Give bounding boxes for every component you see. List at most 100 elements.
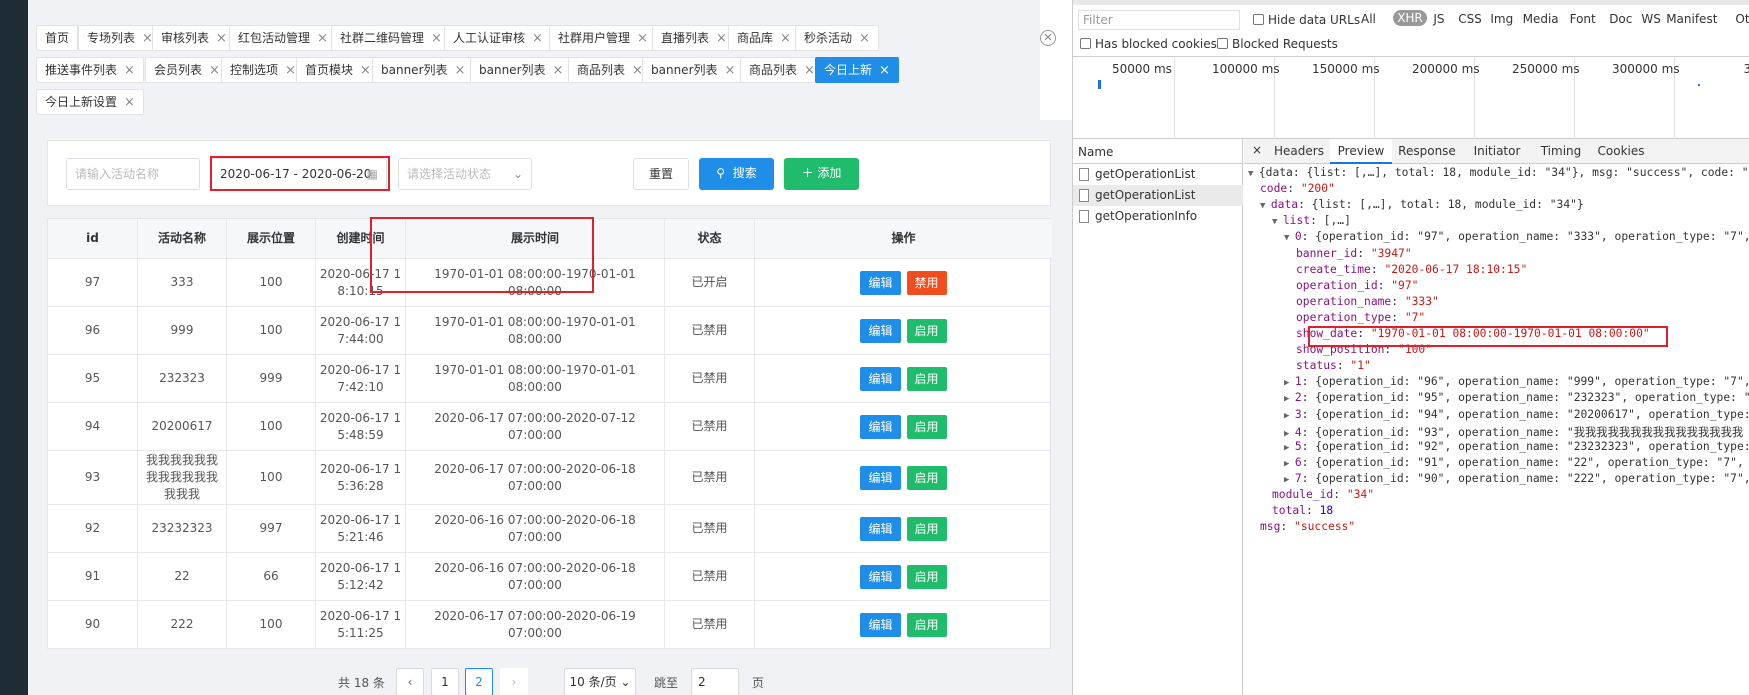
preview-line[interactable]: ▶ 1: {operation_id: "96", operation_name… bbox=[1284, 375, 1749, 388]
tab-close-icon[interactable]: × bbox=[879, 63, 890, 78]
enable-button[interactable]: 启用 bbox=[906, 612, 947, 637]
edit-button[interactable]: 编辑 bbox=[860, 465, 901, 490]
status-select[interactable]: 请选择活动状态 ⌄ bbox=[398, 158, 532, 190]
tab-r1-9[interactable]: 秒杀活动 × bbox=[795, 25, 879, 51]
hide-data-urls-checkbox[interactable]: Hide data URLs bbox=[1253, 13, 1360, 27]
edit-button[interactable]: 编辑 bbox=[860, 414, 901, 439]
filter-input[interactable]: Filter bbox=[1078, 10, 1240, 30]
tab-cookies[interactable]: Cookies bbox=[1590, 139, 1652, 164]
type-filter-all[interactable]: All bbox=[1361, 12, 1376, 26]
tab-r2-6[interactable]: 商品列表 × bbox=[568, 57, 652, 83]
enable-button[interactable]: 启用 bbox=[906, 564, 947, 589]
tab-r3-0[interactable]: 今日上新设置 × bbox=[36, 89, 144, 115]
disable-button[interactable]: 禁用 bbox=[906, 270, 947, 295]
tab-r2-3[interactable]: 首页模块 × bbox=[296, 57, 380, 83]
type-filter-other[interactable]: Other bbox=[1735, 12, 1749, 26]
tab-close-icon[interactable]: × bbox=[637, 31, 648, 46]
tab-r2-7[interactable]: banner列表 × bbox=[642, 57, 745, 83]
tab-close-icon[interactable]: × bbox=[455, 63, 466, 78]
enable-button[interactable]: 启用 bbox=[906, 465, 947, 490]
tab-r1-7[interactable]: 直播列表 × bbox=[652, 25, 736, 51]
close-all-tabs-icon[interactable]: ✕ bbox=[1040, 30, 1056, 46]
edit-button[interactable]: 编辑 bbox=[860, 318, 901, 343]
preview-line[interactable]: ▶ 5: {operation_id: "92", operation_name… bbox=[1284, 440, 1749, 453]
tab-close-icon[interactable]: × bbox=[716, 31, 727, 46]
tab-response[interactable]: Response bbox=[1392, 139, 1462, 164]
tab-close-icon[interactable]: × bbox=[780, 31, 791, 46]
search-button[interactable]: ⚲ 搜索 bbox=[699, 158, 774, 190]
type-filter-doc[interactable]: Doc bbox=[1609, 12, 1632, 26]
add-button[interactable]: ＋ 添加 bbox=[784, 158, 859, 190]
type-filter-xhr[interactable]: XHR bbox=[1393, 10, 1427, 26]
tab-close-icon[interactable]: × bbox=[360, 63, 371, 78]
tab-r2-8[interactable]: 商品列表 × bbox=[740, 57, 824, 83]
preview-line[interactable]: ▼ data: {list: [,…], total: 18, module_i… bbox=[1260, 198, 1584, 211]
prev-page-button[interactable]: ‹ bbox=[396, 668, 424, 695]
type-filter-font[interactable]: Font bbox=[1570, 12, 1596, 26]
tab-close-icon[interactable]: × bbox=[209, 63, 220, 78]
blocked-requests-checkbox[interactable]: Blocked Requests bbox=[1217, 37, 1338, 51]
tab-close-icon[interactable]: × bbox=[124, 63, 135, 78]
has-blocked-cookies-checkbox[interactable]: Has blocked cookies bbox=[1080, 37, 1217, 51]
tab-r1-2[interactable]: 审核列表 × bbox=[152, 25, 236, 51]
type-filter-css[interactable]: CSS bbox=[1458, 12, 1482, 26]
edit-button[interactable]: 编辑 bbox=[860, 612, 901, 637]
tab-r2-9[interactable]: 今日上新 × bbox=[815, 57, 899, 83]
preview-line[interactable]: ▶ 4: {operation_id: "93", operation_name… bbox=[1284, 424, 1743, 440]
tab-r2-0[interactable]: 推送事件列表 × bbox=[36, 57, 144, 83]
tab-preview[interactable]: Preview bbox=[1330, 139, 1392, 164]
edit-button[interactable]: 编辑 bbox=[860, 270, 901, 295]
tab-close-icon[interactable]: × bbox=[124, 95, 135, 110]
tab-r1-8[interactable]: 商品库 × bbox=[728, 25, 800, 51]
tab-close-icon[interactable]: × bbox=[725, 63, 736, 78]
enable-button[interactable]: 启用 bbox=[906, 414, 947, 439]
edit-button[interactable]: 编辑 bbox=[860, 366, 901, 391]
tab-r1-0[interactable]: 首页 bbox=[36, 25, 79, 51]
tab-r2-2[interactable]: 控制选项 × bbox=[221, 57, 305, 83]
tab-r1-6[interactable]: 社群用户管理 × bbox=[549, 25, 657, 51]
page-1-button[interactable]: 1 bbox=[431, 668, 459, 695]
preview-line[interactable]: ▶ 3: {operation_id: "94", operation_name… bbox=[1284, 408, 1749, 421]
preview-line[interactable]: ▶ 7: {operation_id: "90", operation_name… bbox=[1284, 472, 1749, 485]
jump-page-input[interactable]: 2 bbox=[691, 668, 739, 695]
tab-r1-5[interactable]: 人工认证审核 × bbox=[444, 25, 552, 51]
page-size-select[interactable]: 10 条/页 ⌄ bbox=[564, 668, 636, 695]
enable-button[interactable]: 启用 bbox=[906, 318, 947, 343]
type-filter-img[interactable]: Img bbox=[1490, 12, 1513, 26]
tab-r2-4[interactable]: banner列表 × bbox=[372, 57, 475, 83]
tab-initiator[interactable]: Initiator bbox=[1462, 139, 1532, 164]
preview-line[interactable]: ▶ 6: {operation_id: "91", operation_name… bbox=[1284, 456, 1749, 469]
reset-button[interactable]: 重置 bbox=[633, 158, 689, 190]
tab-close-icon[interactable]: × bbox=[804, 63, 815, 78]
tab-r2-1[interactable]: 会员列表 × bbox=[145, 57, 229, 83]
type-filter-js[interactable]: JS bbox=[1433, 12, 1444, 26]
tab-headers[interactable]: Headers bbox=[1268, 139, 1330, 164]
enable-button[interactable]: 启用 bbox=[906, 366, 947, 391]
enable-button[interactable]: 启用 bbox=[906, 516, 947, 541]
tab-close-icon[interactable]: × bbox=[431, 31, 442, 46]
activity-name-input[interactable]: 请输入活动名称 bbox=[66, 158, 200, 190]
preview-line[interactable]: ▼ list: [,…] bbox=[1272, 214, 1351, 227]
tab-close-icon[interactable]: × bbox=[285, 63, 296, 78]
tab-close-icon[interactable]: × bbox=[216, 31, 227, 46]
request-row[interactable]: getOperationList bbox=[1073, 185, 1243, 206]
tab-timing[interactable]: Timing bbox=[1532, 139, 1590, 164]
edit-button[interactable]: 编辑 bbox=[860, 564, 901, 589]
tab-r1-4[interactable]: 社群二维码管理 × bbox=[331, 25, 451, 51]
edit-button[interactable]: 编辑 bbox=[860, 516, 901, 541]
tab-r2-5[interactable]: banner列表 × bbox=[470, 57, 573, 83]
type-filter-media[interactable]: Media bbox=[1523, 12, 1559, 26]
page-2-button[interactable]: 2 bbox=[465, 668, 493, 695]
preview-line[interactable]: ▼ 0: {operation_id: "97", operation_name… bbox=[1284, 230, 1749, 243]
tab-close-icon[interactable]: × bbox=[859, 31, 870, 46]
type-filter-manifest[interactable]: Manifest bbox=[1666, 12, 1717, 26]
tab-r1-1[interactable]: 专场列表 × bbox=[78, 25, 162, 51]
tab-r1-3[interactable]: 红包活动管理 × bbox=[229, 25, 337, 51]
next-page-button[interactable]: › bbox=[500, 668, 528, 695]
tab-close-icon[interactable]: × bbox=[532, 31, 543, 46]
request-row[interactable]: getOperationInfo bbox=[1073, 206, 1243, 227]
preview-line[interactable]: ▶ 2: {operation_id: "95", operation_name… bbox=[1284, 391, 1749, 404]
preview-line[interactable]: ▼ {data: {list: [,…], total: 18, module_… bbox=[1248, 166, 1749, 179]
request-row[interactable]: getOperationList bbox=[1073, 164, 1243, 185]
close-detail-icon[interactable]: × bbox=[1252, 143, 1262, 157]
